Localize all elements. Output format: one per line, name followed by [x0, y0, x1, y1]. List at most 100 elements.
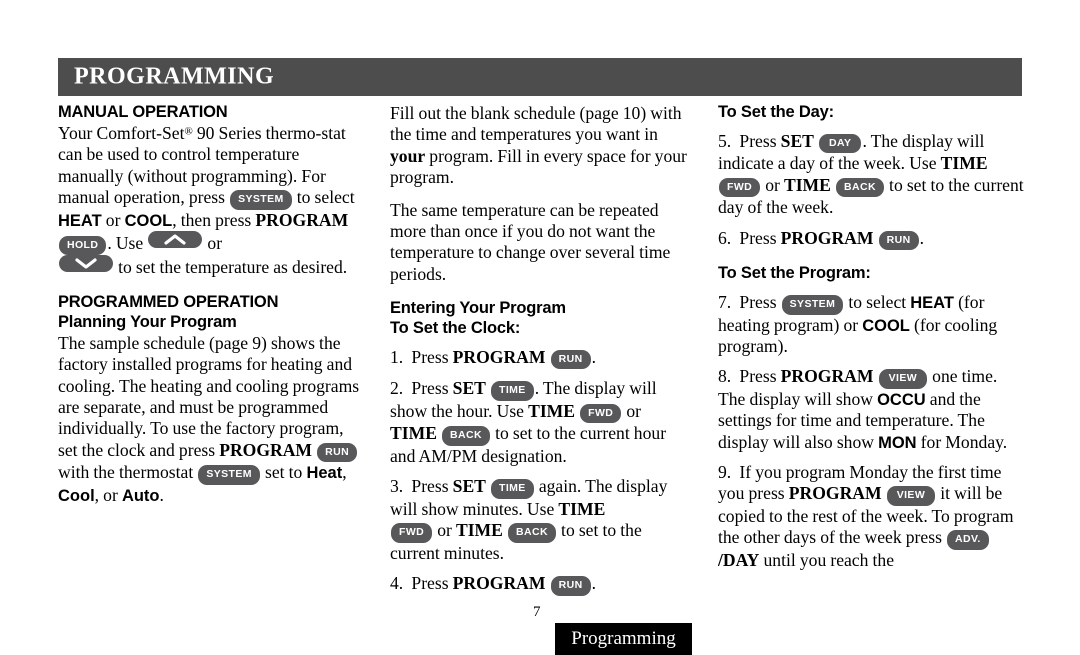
- back-button-pill[interactable]: BACK: [508, 523, 556, 543]
- text-run: Press: [411, 346, 453, 367]
- text-run: to select: [844, 292, 911, 313]
- day-label: /DAY: [718, 549, 760, 570]
- time-label: TIME: [390, 423, 437, 444]
- step-6: 6. Press PROGRAM RUN.: [718, 228, 1026, 251]
- text-run: Press: [739, 130, 781, 151]
- emphasis-your: your: [390, 145, 426, 166]
- step-8: 8. Press PROGRAM VIEW one time. The disp…: [718, 366, 1026, 453]
- run-button-pill[interactable]: RUN: [550, 349, 591, 370]
- set-label: SET: [452, 378, 486, 399]
- system-button-pill[interactable]: SYSTEM: [781, 295, 844, 315]
- text-run: .: [591, 346, 596, 367]
- text-run: ,: [342, 462, 347, 483]
- step-4: 4. Press PROGRAM RUN.: [390, 573, 695, 596]
- program-label: PROGRAM: [780, 227, 874, 248]
- cool-label: COOL: [862, 316, 910, 335]
- text-column-middle: Fill out the blank schedule (page 10) wi…: [390, 103, 695, 596]
- text-run: Press: [739, 227, 781, 248]
- paragraph-same-temperature: The same temperature can be repeated mor…: [390, 199, 671, 284]
- step-1: 1. Press PROGRAM RUN.: [390, 347, 695, 370]
- time-button-pill[interactable]: TIME: [491, 381, 534, 401]
- program-label: PROGRAM: [788, 483, 882, 504]
- text-run: Press: [411, 476, 453, 497]
- view-button-pill[interactable]: VIEW: [878, 369, 928, 389]
- time-label: TIME: [783, 174, 831, 195]
- text-run: The sample schedule (page 9) shows the f…: [58, 332, 360, 460]
- text-run: to select: [292, 187, 355, 208]
- run-button-pill[interactable]: RUN: [878, 230, 919, 251]
- adv-button-pill[interactable]: ADV.: [947, 530, 989, 550]
- text-run: until you reach the: [759, 549, 895, 570]
- system-button-pill[interactable]: SYSTEM: [230, 190, 292, 210]
- time-label: TIME: [528, 400, 576, 421]
- step-3: 3. Press SET TIME again. The display wil…: [390, 476, 695, 564]
- step-number: 6.: [718, 227, 732, 248]
- down-arrow-button-pill[interactable]: [59, 255, 113, 273]
- cool-label: COOL: [124, 211, 173, 230]
- text-run: Press: [739, 292, 781, 313]
- time-button-pill[interactable]: TIME: [491, 479, 534, 499]
- system-button-pill[interactable]: SYSTEM: [198, 465, 260, 485]
- text-column-right: To Set the Day: 5. Press SET DAY. The di…: [718, 103, 1026, 571]
- paragraph-manual-operation: Your Comfort-Set® 90 Series thermo-stat …: [58, 123, 363, 279]
- text-run: or: [761, 174, 784, 195]
- page-title: PROGRAMMING: [74, 63, 275, 90]
- run-button-pill[interactable]: RUN: [550, 576, 591, 596]
- heat-label: Heat: [306, 464, 343, 483]
- text-run: set to: [260, 462, 307, 483]
- text-run: with the thermostat: [58, 462, 198, 483]
- text-run: Press: [411, 573, 453, 594]
- back-button-pill[interactable]: BACK: [442, 426, 490, 446]
- back-button-pill[interactable]: BACK: [836, 177, 884, 198]
- footer-section-tab-label: Programming: [571, 628, 676, 649]
- set-label: SET: [780, 130, 814, 151]
- text-run: .: [919, 227, 924, 248]
- program-label: PROGRAM: [255, 209, 349, 230]
- fwd-button-pill[interactable]: FWD: [580, 403, 622, 424]
- day-button-pill[interactable]: DAY: [819, 133, 862, 154]
- heading-programmed-operation: PROGRAMMED OPERATION: [58, 292, 279, 311]
- text-run: .: [591, 573, 596, 594]
- text-run: Fill out the blank schedule (page 10) wi…: [390, 103, 682, 145]
- step-5: 5. Press SET DAY. The display will indic…: [718, 131, 1026, 219]
- heading-to-set-the-clock: To Set the Clock:: [390, 318, 521, 337]
- paragraph-fill-out-schedule: Fill out the blank schedule (page 10) wi…: [390, 103, 695, 189]
- text-run: .: [159, 484, 164, 505]
- mon-label: MON: [878, 433, 917, 452]
- program-label: PROGRAM: [780, 366, 874, 387]
- section-header-banner: PROGRAMMING: [58, 58, 1022, 96]
- fwd-button-pill[interactable]: FWD: [391, 523, 433, 543]
- up-arrow-button-pill[interactable]: [148, 230, 203, 248]
- auto-label: Auto: [121, 486, 160, 505]
- heading-planning-your-program: Planning Your Program: [58, 312, 237, 331]
- text-run: , or: [94, 484, 122, 505]
- step-number: 2.: [390, 378, 404, 399]
- text-run: to set the temperature as desired.: [114, 257, 348, 278]
- hold-button-pill[interactable]: HOLD: [59, 235, 107, 256]
- text-run: or: [622, 400, 641, 421]
- step-number: 1.: [390, 346, 404, 367]
- footer-section-tab: Programming: [555, 623, 692, 655]
- page-number: 7: [533, 604, 541, 620]
- text-run: for Monday.: [916, 431, 1008, 452]
- view-button-pill[interactable]: VIEW: [886, 486, 936, 506]
- fwd-button-pill[interactable]: FWD: [719, 177, 761, 198]
- cool-label: Cool: [58, 486, 95, 505]
- step-number: 4.: [390, 573, 404, 594]
- heading-entering-your-program: Entering Your Program: [390, 299, 566, 317]
- registered-trademark-symbol: ®: [184, 125, 193, 138]
- step-9: 9. If you program Monday the first time …: [718, 462, 1026, 571]
- text-run: . Use: [107, 232, 148, 253]
- run-button-pill[interactable]: RUN: [317, 442, 358, 463]
- set-label: SET: [452, 476, 486, 497]
- heading-manual-operation: MANUAL OPERATION: [58, 103, 228, 121]
- text-run: or: [433, 520, 456, 541]
- program-label: PROGRAM: [452, 346, 546, 367]
- time-label: TIME: [455, 520, 503, 541]
- paragraph-planning-your-program: The sample schedule (page 9) shows the f…: [58, 333, 363, 506]
- occu-label: OCCU: [877, 390, 926, 409]
- step-number: 7.: [718, 292, 732, 313]
- text-run: Your Comfort-Set: [58, 122, 185, 143]
- text-run: program. Fill in every space for your pr…: [390, 145, 687, 188]
- text-run: Press: [739, 366, 781, 387]
